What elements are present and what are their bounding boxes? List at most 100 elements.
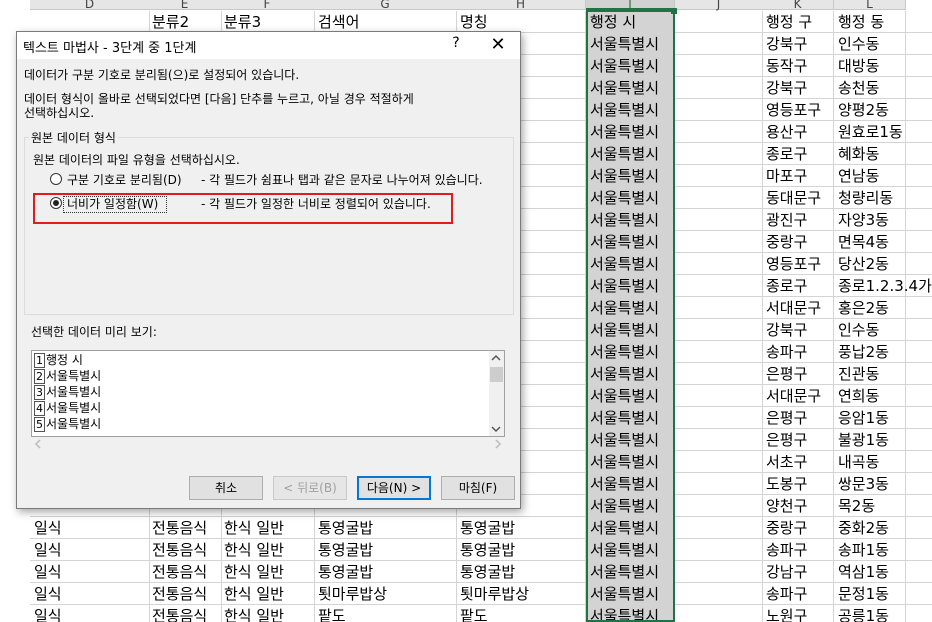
cell[interactable]: 중화2동 bbox=[834, 517, 906, 539]
cell[interactable]: 송파구 bbox=[762, 341, 834, 363]
cell[interactable]: 서울특별시 bbox=[586, 253, 675, 275]
cell[interactable]: 서울특별시 bbox=[586, 143, 675, 165]
column-header-h[interactable]: H bbox=[456, 0, 586, 11]
cell[interactable] bbox=[675, 407, 763, 429]
cell[interactable] bbox=[906, 385, 932, 407]
cell[interactable] bbox=[675, 121, 763, 143]
cell[interactable]: 툇마루밥상 bbox=[456, 583, 586, 605]
cell[interactable]: 서울특별시 bbox=[586, 517, 675, 539]
cell[interactable]: 마포구 bbox=[762, 165, 834, 187]
cell[interactable]: 양평2동 bbox=[834, 99, 906, 121]
cell[interactable] bbox=[675, 165, 763, 187]
delimited-radio[interactable] bbox=[50, 173, 62, 185]
cell[interactable]: 응암1동 bbox=[834, 407, 906, 429]
cell[interactable] bbox=[906, 143, 932, 165]
cell[interactable]: 송파1동 bbox=[834, 539, 906, 561]
cell[interactable] bbox=[906, 495, 932, 517]
cell[interactable]: 연남동 bbox=[834, 165, 906, 187]
cell[interactable]: 광진구 bbox=[762, 209, 834, 231]
cell[interactable]: 서울특별시 bbox=[586, 341, 675, 363]
cell[interactable]: 중랑구 bbox=[762, 231, 834, 253]
cell[interactable] bbox=[675, 561, 763, 583]
close-button[interactable]: ✕ bbox=[487, 34, 509, 56]
cell[interactable]: 서울특별시 bbox=[586, 429, 675, 451]
cell[interactable] bbox=[675, 319, 763, 341]
column-header-l[interactable]: L bbox=[834, 0, 906, 11]
cell[interactable]: 역삼1동 bbox=[834, 561, 906, 583]
column-header-d[interactable]: D bbox=[30, 0, 150, 11]
cell[interactable] bbox=[675, 231, 763, 253]
cell[interactable] bbox=[906, 583, 932, 605]
cell[interactable]: 동작구 bbox=[762, 55, 834, 77]
cell[interactable] bbox=[906, 297, 932, 319]
cell[interactable]: 서울특별시 bbox=[586, 275, 675, 297]
cell[interactable]: 공릉1동 bbox=[834, 605, 906, 622]
cell[interactable]: 일식 bbox=[30, 583, 150, 605]
cell[interactable]: 강북구 bbox=[762, 33, 834, 55]
cancel-button[interactable]: 취소 bbox=[189, 476, 263, 500]
cell[interactable]: 진관동 bbox=[834, 363, 906, 385]
cell[interactable] bbox=[906, 363, 932, 385]
column-header-k[interactable]: K bbox=[762, 0, 834, 11]
cell[interactable]: 서초구 bbox=[762, 451, 834, 473]
cell[interactable] bbox=[906, 605, 932, 622]
cell[interactable] bbox=[675, 605, 763, 622]
cell[interactable] bbox=[906, 473, 932, 495]
cell[interactable] bbox=[906, 539, 932, 561]
cell[interactable] bbox=[906, 209, 932, 231]
header-cell[interactable] bbox=[906, 11, 932, 33]
cell[interactable]: 서울특별시 bbox=[586, 495, 675, 517]
cell[interactable]: 툇마루밥상 bbox=[314, 583, 457, 605]
cell[interactable] bbox=[675, 209, 763, 231]
cell[interactable]: 문정1동 bbox=[834, 583, 906, 605]
cell[interactable]: 불광1동 bbox=[834, 429, 906, 451]
cell[interactable] bbox=[906, 33, 932, 55]
cell[interactable]: 용산구 bbox=[762, 121, 834, 143]
cell[interactable]: 내곡동 bbox=[834, 451, 906, 473]
cell[interactable]: 면목4동 bbox=[834, 231, 906, 253]
cell[interactable] bbox=[906, 231, 932, 253]
cell[interactable] bbox=[906, 561, 932, 583]
cell[interactable]: 도봉구 bbox=[762, 473, 834, 495]
cell[interactable]: 통영굴밥 bbox=[314, 517, 457, 539]
cell[interactable]: 일식 bbox=[30, 561, 150, 583]
cell[interactable] bbox=[675, 583, 763, 605]
dialog-titlebar[interactable]: 텍스트 마법사 - 3단계 중 1단계 ? ✕ bbox=[17, 32, 520, 59]
cell[interactable]: 서울특별시 bbox=[586, 99, 675, 121]
cell[interactable] bbox=[906, 429, 932, 451]
cell[interactable] bbox=[675, 495, 763, 517]
cell[interactable] bbox=[675, 363, 763, 385]
column-header-f[interactable]: F bbox=[220, 0, 315, 11]
cell[interactable]: 강북구 bbox=[762, 319, 834, 341]
cell[interactable]: 통영굴밥 bbox=[456, 561, 586, 583]
cell[interactable]: 대방동 bbox=[834, 55, 906, 77]
cell[interactable]: 서울특별시 bbox=[586, 407, 675, 429]
cell[interactable] bbox=[675, 33, 763, 55]
cell[interactable]: 서울특별시 bbox=[586, 363, 675, 385]
cell[interactable]: 은평구 bbox=[762, 363, 834, 385]
cell[interactable]: 서울특별시 bbox=[586, 121, 675, 143]
cell[interactable]: 은평구 bbox=[762, 429, 834, 451]
cell[interactable] bbox=[906, 165, 932, 187]
cell[interactable]: 서울특별시 bbox=[586, 605, 675, 622]
cell[interactable] bbox=[906, 121, 932, 143]
cell[interactable]: 연희동 bbox=[834, 385, 906, 407]
cell[interactable]: 서울특별시 bbox=[586, 451, 675, 473]
header-cell[interactable]: 행정 동 bbox=[834, 11, 906, 33]
cell[interactable]: 송파구 bbox=[762, 583, 834, 605]
cell[interactable]: 한식 일반 bbox=[220, 605, 315, 622]
cell[interactable]: 서울특별시 bbox=[586, 561, 675, 583]
cell[interactable]: 한식 일반 bbox=[220, 583, 315, 605]
cell[interactable]: 서대문구 bbox=[762, 297, 834, 319]
cell[interactable] bbox=[906, 275, 932, 297]
cell[interactable]: 통영굴밥 bbox=[456, 539, 586, 561]
cell[interactable]: 서울특별시 bbox=[586, 55, 675, 77]
fill-handle[interactable] bbox=[671, 8, 677, 14]
cell[interactable]: 전통음식 bbox=[148, 517, 222, 539]
cell[interactable]: 통영굴밥 bbox=[456, 517, 586, 539]
cell[interactable]: 서대문구 bbox=[762, 385, 834, 407]
cell[interactable]: 한식 일반 bbox=[220, 561, 315, 583]
cell[interactable]: 혜화동 bbox=[834, 143, 906, 165]
cell[interactable]: 종로1.2.3.4가동 bbox=[834, 275, 932, 297]
cell[interactable]: 서울특별시 bbox=[586, 319, 675, 341]
